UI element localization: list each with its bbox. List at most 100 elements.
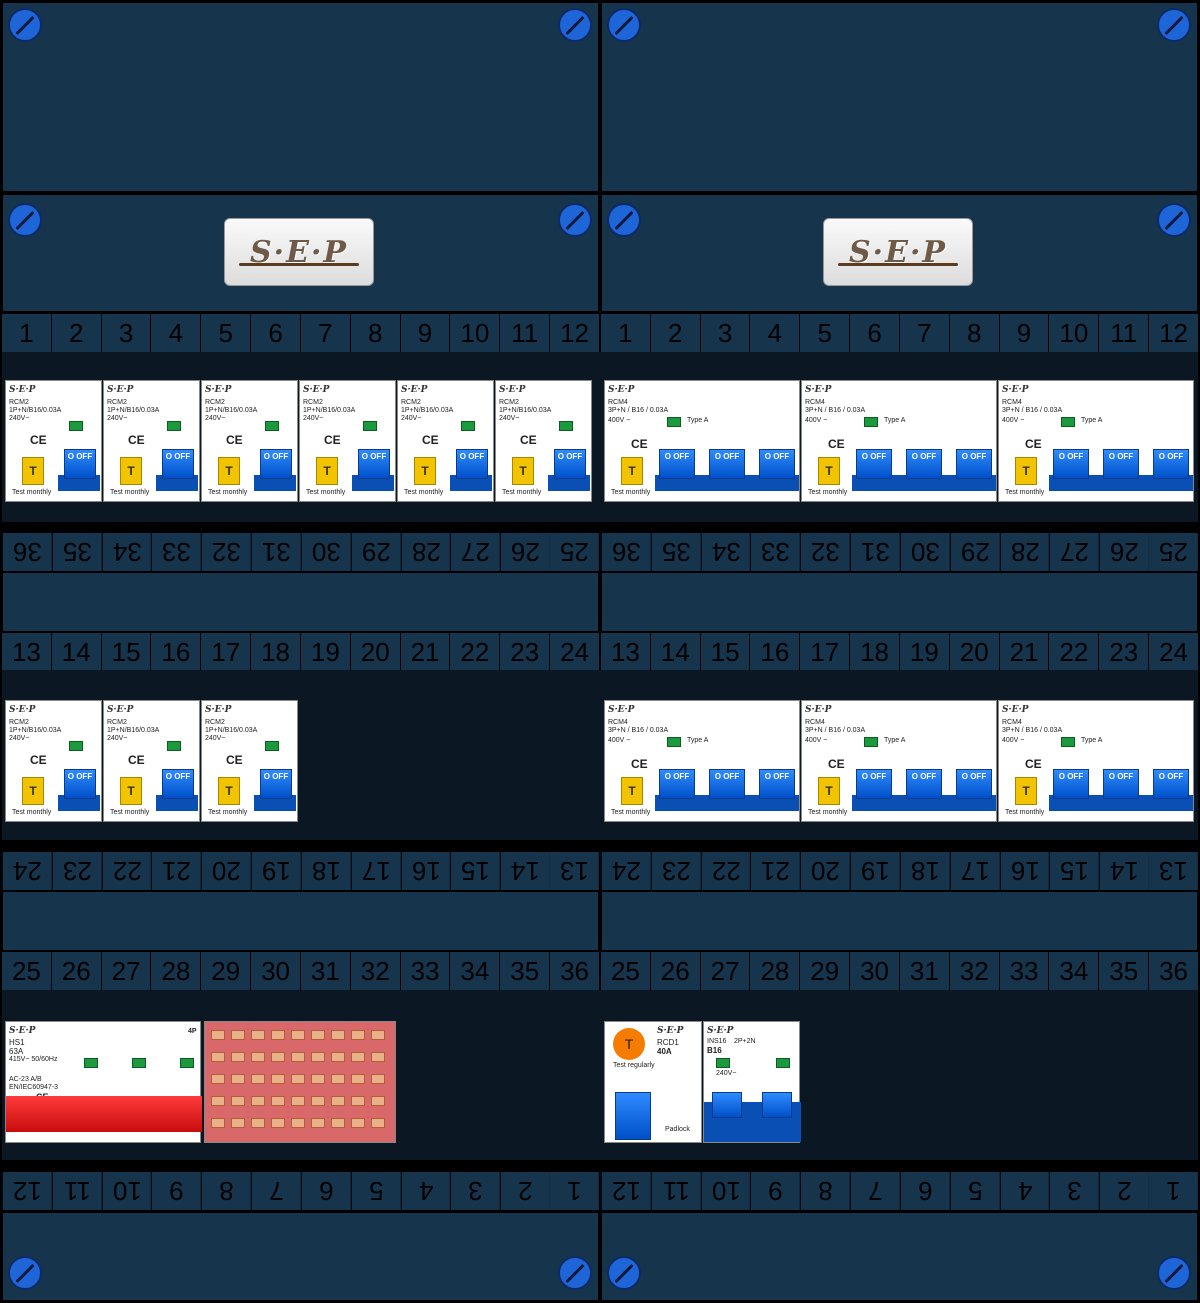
terminal-screw[interactable] [231, 1052, 245, 1062]
isolator-toggle[interactable] [762, 1092, 792, 1118]
off-toggle[interactable]: O OFF [1053, 769, 1089, 799]
terminal-screw[interactable] [251, 1052, 265, 1062]
terminal-screw[interactable] [231, 1096, 245, 1106]
terminal-screw[interactable] [251, 1030, 265, 1040]
terminal-screw[interactable] [351, 1096, 365, 1106]
test-button[interactable]: T [818, 777, 840, 805]
cover-screw-icon[interactable] [607, 8, 641, 42]
terminal-screw[interactable] [231, 1074, 245, 1084]
off-toggle[interactable]: O OFF [1153, 769, 1189, 799]
terminal-screw[interactable] [371, 1118, 385, 1128]
off-toggle[interactable]: O OFF [64, 449, 96, 479]
terminal-screw[interactable] [331, 1052, 345, 1062]
terminal-screw[interactable] [271, 1118, 285, 1128]
test-button[interactable]: T [316, 457, 338, 485]
terminal-screw[interactable] [291, 1030, 305, 1040]
test-button[interactable]: T [120, 457, 142, 485]
terminal-screw[interactable] [331, 1074, 345, 1084]
off-toggle[interactable]: O OFF [759, 769, 795, 799]
off-toggle[interactable]: O OFF [856, 769, 892, 799]
cover-screw-icon[interactable] [558, 1256, 592, 1290]
off-toggle[interactable]: O OFF [709, 769, 745, 799]
cover-screw-icon[interactable] [8, 203, 42, 237]
off-toggle[interactable]: O OFF [906, 449, 942, 479]
terminal-screw[interactable] [311, 1030, 325, 1040]
terminal-screw[interactable] [271, 1096, 285, 1106]
off-toggle[interactable]: O OFF [659, 449, 695, 479]
terminal-screw[interactable] [291, 1074, 305, 1084]
test-button[interactable]: T [22, 457, 44, 485]
test-button[interactable]: T [1015, 457, 1037, 485]
test-button[interactable]: T [621, 777, 643, 805]
terminal-screw[interactable] [271, 1074, 285, 1084]
off-toggle[interactable]: O OFF [64, 769, 96, 799]
off-toggle[interactable]: O OFF [956, 449, 992, 479]
off-toggle[interactable]: O OFF [260, 449, 292, 479]
terminal-screw[interactable] [331, 1096, 345, 1106]
terminal-screw[interactable] [311, 1096, 325, 1106]
terminal-screw[interactable] [271, 1052, 285, 1062]
terminal-screw[interactable] [211, 1118, 225, 1128]
test-button[interactable]: T [512, 457, 534, 485]
terminal-screw[interactable] [351, 1030, 365, 1040]
test-button[interactable]: T [218, 457, 240, 485]
test-button[interactable]: T [414, 457, 436, 485]
off-toggle[interactable]: O OFF [162, 449, 194, 479]
cover-screw-icon[interactable] [8, 1256, 42, 1290]
terminal-screw[interactable] [251, 1118, 265, 1128]
off-toggle[interactable]: O OFF [956, 769, 992, 799]
off-toggle[interactable]: O OFF [906, 769, 942, 799]
terminal-screw[interactable] [311, 1074, 325, 1084]
terminal-screw[interactable] [271, 1030, 285, 1040]
terminal-screw[interactable] [231, 1030, 245, 1040]
off-toggle[interactable]: O OFF [759, 449, 795, 479]
terminal-screw[interactable] [371, 1096, 385, 1106]
terminal-screw[interactable] [211, 1052, 225, 1062]
test-button[interactable]: T [120, 777, 142, 805]
off-toggle[interactable]: O OFF [358, 449, 390, 479]
terminal-screw[interactable] [371, 1052, 385, 1062]
off-toggle[interactable]: O OFF [709, 449, 745, 479]
terminal-screw[interactable] [371, 1030, 385, 1040]
terminal-screw[interactable] [291, 1096, 305, 1106]
cover-screw-icon[interactable] [8, 8, 42, 42]
terminal-screw[interactable] [311, 1118, 325, 1128]
terminal-screw[interactable] [331, 1030, 345, 1040]
test-button[interactable]: T [613, 1028, 645, 1060]
cover-screw-icon[interactable] [1157, 203, 1191, 237]
off-toggle[interactable]: O OFF [456, 449, 488, 479]
terminal-screw[interactable] [211, 1030, 225, 1040]
terminal-screw[interactable] [351, 1118, 365, 1128]
terminal-screw[interactable] [231, 1118, 245, 1128]
cover-screw-icon[interactable] [1157, 8, 1191, 42]
terminal-screw[interactable] [291, 1118, 305, 1128]
test-button[interactable]: T [818, 457, 840, 485]
off-toggle[interactable]: O OFF [659, 769, 695, 799]
off-toggle[interactable]: O OFF [1103, 769, 1139, 799]
off-toggle[interactable]: O OFF [1103, 449, 1139, 479]
test-button[interactable]: T [621, 457, 643, 485]
terminal-screw[interactable] [211, 1096, 225, 1106]
test-button[interactable]: T [218, 777, 240, 805]
terminal-screw[interactable] [351, 1052, 365, 1062]
off-toggle[interactable]: O OFF [1153, 449, 1189, 479]
terminal-screw[interactable] [311, 1052, 325, 1062]
cover-screw-icon[interactable] [558, 203, 592, 237]
cover-screw-icon[interactable] [558, 8, 592, 42]
terminal-screw[interactable] [291, 1052, 305, 1062]
off-toggle[interactable]: O OFF [162, 769, 194, 799]
cover-screw-icon[interactable] [607, 1256, 641, 1290]
rcd-toggle[interactable] [615, 1092, 651, 1140]
off-toggle[interactable]: O OFF [1053, 449, 1089, 479]
switch-handle[interactable] [6, 1096, 202, 1132]
terminal-screw[interactable] [251, 1096, 265, 1106]
terminal-screw[interactable] [211, 1074, 225, 1084]
off-toggle[interactable]: O OFF [856, 449, 892, 479]
terminal-screw[interactable] [351, 1074, 365, 1084]
isolator-toggle[interactable] [712, 1092, 742, 1118]
off-toggle[interactable]: O OFF [554, 449, 586, 479]
off-toggle[interactable]: O OFF [260, 769, 292, 799]
terminal-screw[interactable] [331, 1118, 345, 1128]
test-button[interactable]: T [22, 777, 44, 805]
cover-screw-icon[interactable] [1157, 1256, 1191, 1290]
